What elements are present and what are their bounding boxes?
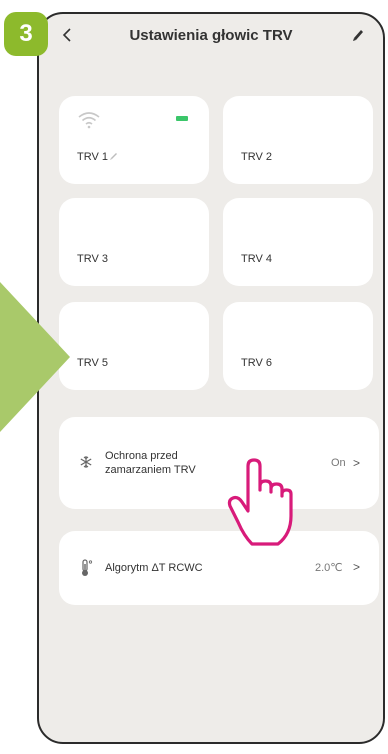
pencil-icon[interactable] [109, 148, 119, 166]
step-badge: 3 [4, 12, 48, 56]
thermometer-icon [79, 559, 93, 582]
top-bar: Ustawienia głowic TRV [39, 14, 383, 60]
pencil-icon [351, 28, 365, 47]
green-arrow [0, 282, 70, 432]
tile-label: TRV 3 [77, 253, 108, 265]
setting-label: Algorytm ΔT RCWC [105, 562, 203, 574]
tile-label: TRV 5 [77, 357, 108, 369]
trv-tile-1[interactable]: TRV 1 [59, 96, 209, 184]
phone-screen: Ustawienia głowic TRV TRV 1 TRV 2 TRV 3 … [37, 12, 385, 744]
tile-label: TRV 2 [241, 151, 272, 163]
trv-tile-2[interactable]: TRV 2 [223, 96, 373, 184]
wifi-icon [77, 110, 101, 135]
tile-label: TRV 4 [241, 253, 272, 265]
edit-button[interactable] [345, 24, 371, 50]
tile-label: TRV 6 [241, 357, 272, 369]
trv-tile-5[interactable]: TRV 5 [59, 302, 209, 390]
freeze-protection-setting[interactable]: Ochrona przed zamarzaniem TRV On > [59, 417, 379, 509]
setting-value: 2.0℃ [315, 562, 343, 574]
hand-pointer-icon [226, 456, 294, 553]
trv-tile-6[interactable]: TRV 6 [223, 302, 373, 390]
setting-label-line1: Ochrona przed [105, 450, 178, 462]
page-title: Ustawienia głowic TRV [129, 27, 293, 44]
trv-tile-3[interactable]: TRV 3 [59, 198, 209, 286]
chevron-right-icon: > [353, 456, 361, 470]
setting-value: On [331, 457, 346, 469]
chevron-right-icon: > [353, 560, 361, 574]
snowflake-icon [79, 455, 93, 474]
battery-icon [176, 116, 188, 121]
tile-label: TRV 1 [77, 151, 108, 163]
trv-tile-4[interactable]: TRV 4 [223, 198, 373, 286]
setting-label-line2: zamarzaniem TRV [105, 464, 196, 476]
delta-t-algorithm-setting[interactable]: Algorytm ΔT RCWC 2.0℃ > [59, 531, 379, 605]
